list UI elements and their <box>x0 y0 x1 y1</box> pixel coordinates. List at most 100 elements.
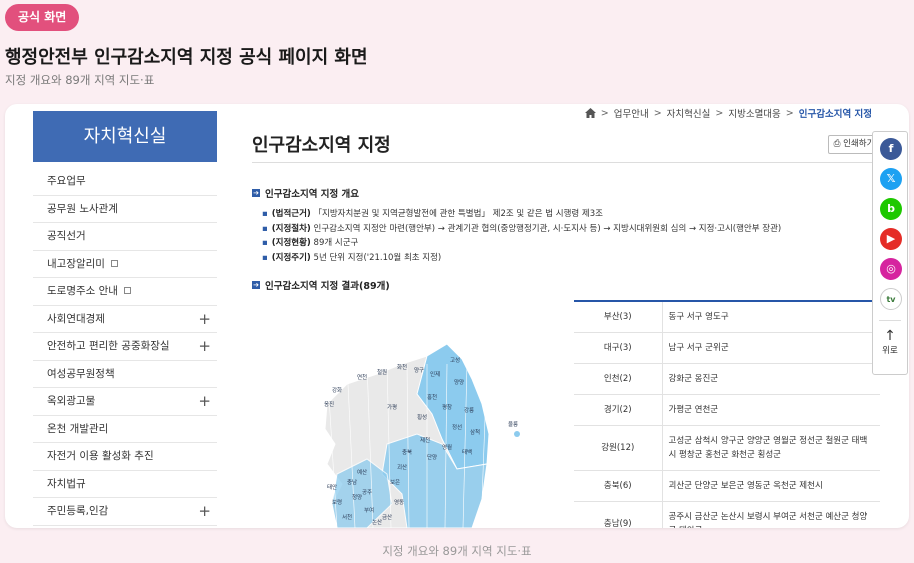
expand-plus-icon[interactable]: + <box>198 306 211 333</box>
sidebar-item[interactable]: 도로명주소 안내 <box>33 278 217 306</box>
district-list-cell: 고성군 삼척시 양구군 양양군 영월군 정선군 철원군 태백시 평창군 홍천군 … <box>662 425 880 471</box>
sidebar-item[interactable]: 내고장알리미 <box>33 251 217 278</box>
map-label: 횡성 <box>417 413 427 421</box>
map-label: 양양 <box>454 378 464 386</box>
screenshot-card: 자치혁신실 주요업무공무원 노사관계공직선거내고장알리미도로명주소 안내사회연대… <box>5 104 909 528</box>
sidebar-item-label: 도로명주소 안내 <box>47 285 118 297</box>
map-label: 괴산 <box>397 463 407 471</box>
korea-map: 강화옹진 연천가평 철원 화천 양구인제 고성양양홍천횡성 평창정선영월태백 삼척 강릉충북괴산… <box>324 343 520 528</box>
overview-text: 5년 단위 지정('21.10월 최초 지정) <box>310 252 442 263</box>
sidebar-item-label: 공무원 노사관계 <box>47 202 118 215</box>
region-cell: 충남(9) <box>574 501 663 528</box>
map-label: 화천 <box>397 363 407 371</box>
breadcrumb-item[interactable]: 지방소멸대응 <box>728 106 780 120</box>
headline: 행정안전부 인구감소지역 지정 공식 페이지 화면 <box>5 47 368 68</box>
section-result-heading: ➔ 인구감소지역 지정 결과(89개) <box>252 278 390 292</box>
sidebar-item-label: 공직선거 <box>47 230 86 242</box>
region-table: 부산(3) 동구 서구 영도구 대구(3) 남구 서구 군위군 인천(2) 강화군 옹진군… <box>574 300 880 528</box>
expand-plus-icon[interactable]: + <box>198 333 211 360</box>
district-list-cell: 괴산군 단양군 보은군 영동군 옥천군 제천시 <box>662 470 880 502</box>
sidebar-item-label: 주요업무 <box>47 175 86 187</box>
sidebar-item[interactable]: 공직선거 <box>33 223 217 251</box>
district-list-cell: 가평군 연천군 <box>662 394 880 426</box>
print-label: 인쇄하기 <box>843 139 875 149</box>
sidebar-item[interactable]: 주요업무 <box>33 168 217 196</box>
map-label: 서천 <box>342 513 352 521</box>
region-cell: 충북(6) <box>574 470 663 502</box>
breadcrumb: > 업무안내 > 자치혁신실 > 지방소멸대응 > 인구감소지역 지정 <box>584 106 872 120</box>
divider <box>879 320 901 321</box>
arrow-up-icon: ↑ <box>884 328 896 344</box>
region-cell: 인천(2) <box>574 363 663 395</box>
sidebar-item[interactable]: 온천 개발관리 <box>33 416 217 443</box>
map-label: 보은 <box>390 479 400 486</box>
region-cell: 대구(3) <box>574 332 663 364</box>
scroll-top-button[interactable]: ↑ 위로 <box>873 328 907 356</box>
sidebar: 자치혁신실 주요업무공무원 노사관계공직선거내고장알리미도로명주소 안내사회연대… <box>33 111 217 526</box>
sidebar-item[interactable]: 자전거 이용 활성화 추진 <box>33 443 217 471</box>
map-label: 논산 <box>372 518 382 526</box>
facebook-icon[interactable]: f <box>880 138 902 160</box>
sidebar-item-label: 자전거 이용 활성화 추진 <box>47 450 154 462</box>
map-label: 단양 <box>427 453 437 461</box>
main-content: > 업무안내 > 자치혁신실 > 지방소멸대응 > 인구감소지역 지정 인구감소… <box>252 104 880 528</box>
map-label: 영월 <box>442 443 452 451</box>
caption: 지정 개요와 89개 지역 지도·표 <box>382 544 532 558</box>
district-list-cell: 공주시 금산군 논산시 보령시 부여군 서천군 예산군 청양군 태안군 <box>662 501 880 528</box>
external-link-icon <box>123 287 131 294</box>
map-label: 영동 <box>394 498 404 506</box>
sidebar-item[interactable]: 주민등록,인감 + <box>33 498 217 526</box>
breadcrumb-item[interactable]: 자치혁신실 <box>667 106 711 120</box>
map-label: 충북 <box>402 448 412 456</box>
sidebar-title: 자치혁신실 <box>33 111 217 162</box>
home-icon[interactable] <box>584 108 596 118</box>
table-row: 대구(3) 남구 서구 군위군 <box>574 332 880 364</box>
breadcrumb-item[interactable]: 업무안내 <box>614 106 649 120</box>
external-link-icon <box>110 259 118 267</box>
table-row: 인천(2) 강화군 옹진군 <box>574 363 880 395</box>
tv-icon[interactable]: tv <box>880 288 902 310</box>
expand-plus-icon[interactable]: + <box>198 498 211 525</box>
expand-plus-icon[interactable]: + <box>198 388 211 415</box>
overview-item: (지정절차) 인구감소지역 지정안 마련(행안부) → 관계기관 협의(중앙행정… <box>262 222 781 237</box>
breadcrumb-sep: > <box>785 107 794 119</box>
overview-item: (법적근거) 「지방자치분권 및 지역균형발전에 관한 특별법」 제2조 및 같… <box>262 207 781 222</box>
overview-key: (지정절차) <box>271 223 311 234</box>
map-label: 철원 <box>377 368 387 376</box>
section-overview-heading: ➔ 인구감소지역 지정 개요 <box>252 186 359 200</box>
scroll-top-label: 위로 <box>882 346 898 356</box>
sidebar-item-label: 자치법규 <box>47 477 86 490</box>
title-divider <box>252 162 880 163</box>
sidebar-item[interactable]: 안전하고 편리한 공중화장실 + <box>33 333 217 361</box>
arrow-box-icon: ➔ <box>252 189 260 197</box>
map-label: 부여 <box>364 506 374 514</box>
region-cell: 강원(12) <box>574 425 663 471</box>
sidebar-item-label: 온천 개발관리 <box>47 422 109 435</box>
sidebar-item-label: 안전하고 편리한 공중화장실 <box>47 340 170 352</box>
x-icon[interactable]: 𝕏 <box>880 168 902 190</box>
map-label: 평창 <box>442 403 452 411</box>
overview-item: (지정현황) 89개 시군구 <box>262 236 781 251</box>
youtube-icon[interactable]: ▶ <box>880 228 902 250</box>
sidebar-item[interactable]: 여성공무원정책 <box>33 361 217 388</box>
map-label: 울릉 <box>508 421 518 428</box>
band-icon[interactable]: b <box>880 198 902 220</box>
table-row: 충북(6) 괴산군 단양군 보은군 영동군 옥천군 제천시 <box>574 470 880 502</box>
arrow-box-icon: ➔ <box>252 281 260 289</box>
map-label: 양구 <box>414 366 424 374</box>
map-label: 가평 <box>387 403 397 411</box>
section-overview-title: 인구감소지역 지정 개요 <box>265 189 360 200</box>
overview-key: (지정주기) <box>271 252 311 263</box>
table-row: 경기(2) 가평군 연천군 <box>574 394 880 426</box>
sidebar-item[interactable]: 자치법규 <box>33 471 217 498</box>
overview-list: (법적근거) 「지방자치분권 및 지역균형발전에 관한 특별법」 제2조 및 같… <box>262 207 781 265</box>
sidebar-item-label: 사회연대경제 <box>47 312 105 325</box>
sidebar-item[interactable]: 사회연대경제 + <box>33 306 217 333</box>
sidebar-item[interactable]: 옥외광고물 + <box>33 388 217 416</box>
sidebar-item[interactable]: 공무원 노사관계 <box>33 196 217 223</box>
map-label: 인제 <box>430 370 440 378</box>
print-icon: ⎙ <box>833 139 841 149</box>
region-cell: 경기(2) <box>574 394 663 426</box>
instagram-icon[interactable]: ◎ <box>880 258 902 280</box>
map-label: 예산 <box>357 468 367 476</box>
